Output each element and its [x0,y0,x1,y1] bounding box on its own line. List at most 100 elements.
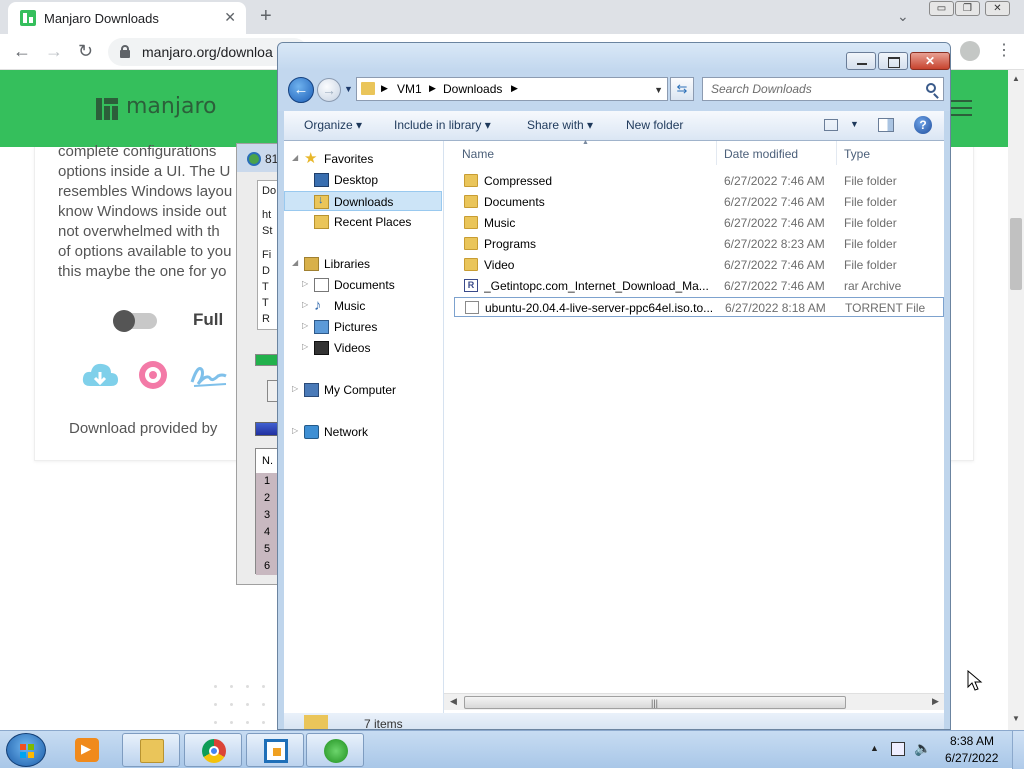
explorer-address-bar[interactable]: ▶ VM1 ▶ Downloads ▶ ▼ [356,77,668,101]
expand-arrow-icon[interactable]: ▷ [292,384,298,393]
full-minimal-toggle[interactable] [113,310,157,332]
reload-button[interactable]: ↻ [78,41,93,62]
tab-search-chevron-icon[interactable]: ⌄ [897,8,909,25]
taskbar-chrome[interactable] [184,733,242,767]
horizontal-scrollbar[interactable]: ◀ ||| ▶ [444,693,944,710]
preview-pane-icon[interactable] [878,118,894,132]
file-row[interactable]: Compressed 6/27/2022 7:46 AM File folder [454,171,944,191]
collapse-arrow-icon[interactable]: ◢ [292,153,298,162]
breadcrumb-downloads[interactable]: Downloads [443,82,502,96]
expand-arrow-icon[interactable]: ▷ [302,321,308,330]
back-arrow-icon[interactable]: ← [288,77,314,103]
view-dropdown-icon[interactable]: ▼ [850,119,859,129]
new-tab-button[interactable]: + [260,5,272,28]
search-icon[interactable] [926,83,936,93]
file-row[interactable]: Documents 6/27/2022 7:46 AM File folder [454,192,944,212]
expand-arrow-icon[interactable]: ▷ [302,279,308,288]
recent-pages-dropdown-icon[interactable]: ▼ [344,84,353,94]
taskbar-virtualbox[interactable] [246,733,304,767]
file-row[interactable]: Video 6/27/2022 7:46 AM File folder [454,255,944,275]
cloud-download-icon[interactable] [80,360,120,390]
explorer-close-button[interactable]: ✕ [910,52,950,70]
nav-videos[interactable]: ▷ Videos [284,338,442,358]
new-folder-button[interactable]: New folder [626,118,683,132]
minimize-button[interactable]: ▭ [929,1,954,16]
clock-date[interactable]: 6/27/2022 [945,751,998,765]
column-header-type[interactable]: Type [844,147,870,161]
maximize-button[interactable]: ❐ [955,1,980,16]
nav-label: Desktop [334,173,379,187]
explorer-minimize-button[interactable] [846,52,876,70]
change-view-icon[interactable] [824,119,838,131]
column-divider[interactable] [836,141,837,165]
nav-desktop[interactable]: Desktop [284,170,442,190]
forward-button[interactable]: → [45,41,63,62]
taskbar-media-player[interactable] [58,733,116,767]
file-list-pane: ▲ Name Date modified Type Compressed 6/2… [444,139,944,729]
forward-arrow-icon[interactable]: → [317,78,341,102]
close-tab-icon[interactable]: ✕ [224,9,236,26]
nav-my-computer[interactable]: ▷ My Computer [284,380,442,400]
profile-avatar-icon[interactable] [960,41,980,61]
help-icon[interactable]: ? [914,116,932,134]
expand-arrow-icon[interactable]: ▷ [292,426,298,435]
idm-list-row: 6 [256,558,278,575]
expand-arrow-icon[interactable]: ▷ [302,300,308,309]
show-desktop-button[interactable] [1012,731,1024,769]
manjaro-logo-icon[interactable] [96,98,118,120]
column-header-date-modified[interactable]: Date modified [724,147,798,161]
share-with-menu[interactable]: Share with ▾ [527,118,593,132]
expand-arrow-icon[interactable]: ▷ [302,342,308,351]
close-window-button[interactable]: ✕ [985,1,1010,16]
taskbar-idm[interactable] [306,733,364,767]
page-scroll-thumb[interactable] [1010,218,1022,290]
scroll-left-arrow-icon[interactable]: ◀ [450,696,457,707]
signature-icon[interactable] [188,360,228,390]
horizontal-scroll-thumb[interactable]: ||| [464,696,846,709]
tab-manjaro-downloads[interactable]: Manjaro Downloads ✕ [8,2,246,34]
scroll-up-arrow-icon[interactable]: ▲ [1012,74,1020,83]
disc-image-icon[interactable] [138,360,170,390]
file-row-selected[interactable]: ubuntu-20.04.4-live-server-ppc64el.iso.t… [454,297,944,317]
idm-download-window[interactable]: 81 Do ht St Fi D T T R N. 1 2 3 4 5 6 [236,143,283,585]
column-divider[interactable] [716,141,717,165]
chevron-right-icon[interactable]: ▶ [429,83,436,94]
nav-music[interactable]: ▷ ♪ Music [284,296,442,316]
file-row[interactable]: Music 6/27/2022 7:46 AM File folder [454,213,944,233]
include-in-library-menu[interactable]: Include in library ▾ [394,118,491,132]
file-row[interactable]: Programs 6/27/2022 8:23 AM File folder [454,234,944,254]
file-type: TORRENT File [845,301,926,315]
search-input[interactable]: Search Downloads [702,77,944,101]
nav-libraries[interactable]: ◢ Libraries [284,254,442,274]
refresh-icon[interactable]: ⇆ [670,77,694,101]
nav-recent-places[interactable]: Recent Places [284,212,442,232]
breadcrumb-vm1[interactable]: VM1 [397,82,422,96]
scroll-down-arrow-icon[interactable]: ▼ [1012,714,1020,723]
back-button[interactable]: ← [13,41,31,62]
collapse-arrow-icon[interactable]: ◢ [292,258,298,267]
nav-downloads[interactable]: Downloads [284,191,442,211]
show-hidden-icons-icon[interactable]: ▲ [870,743,879,753]
nav-network[interactable]: ▷ Network [284,422,442,442]
chevron-right-icon[interactable]: ▶ [511,83,518,94]
nav-pictures[interactable]: ▷ Pictures [284,317,442,337]
network-tray-icon[interactable] [891,742,905,756]
column-header-name[interactable]: Name [462,147,494,161]
start-button[interactable] [6,733,46,767]
chevron-right-icon[interactable]: ▶ [381,83,388,94]
scroll-right-arrow-icon[interactable]: ▶ [932,696,939,707]
volume-icon[interactable]: 🔈 [914,740,931,757]
organize-menu[interactable]: Organize ▾ [304,118,362,132]
explorer-titlebar[interactable]: ✕ [278,43,950,71]
taskbar-explorer[interactable] [122,733,180,767]
clock-time[interactable]: 8:38 AM [950,734,994,748]
nav-documents[interactable]: ▷ Documents [284,275,442,295]
address-dropdown-icon[interactable]: ▼ [654,85,663,95]
page-vertical-scrollbar[interactable]: ▲ ▼ [1008,70,1024,730]
hamburger-menu-icon[interactable] [950,100,972,116]
file-row[interactable]: R _Getintopc.com_Internet_Download_Ma...… [454,276,944,296]
nav-favorites[interactable]: ◢ ★ Favorites [284,149,442,169]
explorer-maximize-button[interactable] [878,52,908,70]
site-logo-text[interactable]: manjaro [126,94,216,119]
browser-menu-icon[interactable]: ⋮ [996,40,1012,60]
